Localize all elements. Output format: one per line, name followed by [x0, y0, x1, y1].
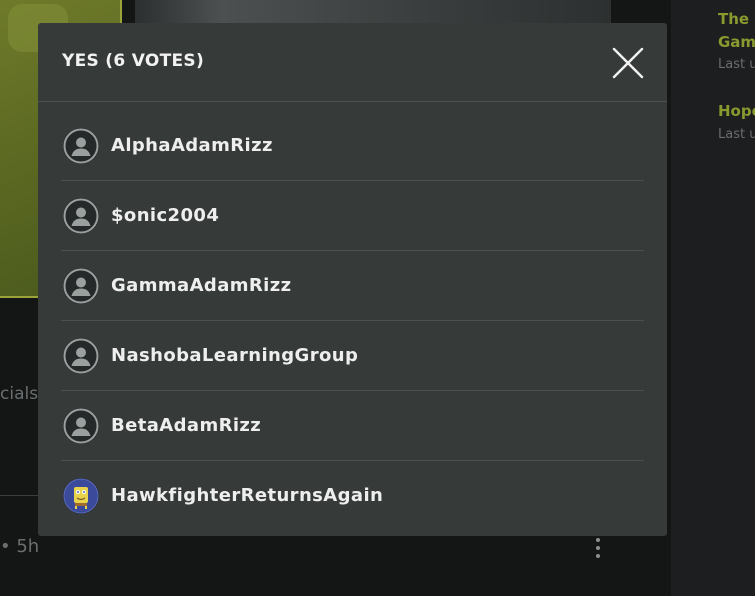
- sidebar-link-title[interactable]: Hope: [718, 102, 755, 120]
- default-user-icon[interactable]: [63, 408, 99, 444]
- voter-name[interactable]: NashobaLearningGroup: [111, 345, 358, 366]
- default-user-icon[interactable]: [63, 338, 99, 374]
- voter-row[interactable]: HawkfighterReturnsAgain: [61, 461, 644, 530]
- default-user-icon[interactable]: [63, 128, 99, 164]
- sidebar-link-subtitle[interactable]: Gam: [718, 33, 755, 51]
- voter-name[interactable]: $onic2004: [111, 205, 219, 226]
- sidebar-link-meta: Last u: [718, 127, 755, 142]
- voter-row[interactable]: GammaAdamRizz: [61, 251, 644, 321]
- voter-name[interactable]: BetaAdamRizz: [111, 415, 261, 436]
- post-timestamp: • 5h: [0, 536, 40, 557]
- voter-row[interactable]: NashobaLearningGroup: [61, 321, 644, 391]
- more-vertical-icon[interactable]: [594, 538, 602, 562]
- close-icon[interactable]: [611, 46, 645, 80]
- voter-name[interactable]: AlphaAdamRizz: [111, 135, 273, 156]
- background-image: [135, 0, 611, 24]
- sidebar-link-title[interactable]: The I: [718, 10, 755, 28]
- voter-name[interactable]: HawkfighterReturnsAgain: [111, 485, 383, 506]
- voter-name[interactable]: GammaAdamRizz: [111, 275, 291, 296]
- modal-header: YES (6 VOTES): [38, 23, 667, 102]
- voter-row[interactable]: $onic2004: [61, 181, 644, 251]
- sidebar-link-meta: Last u: [718, 57, 755, 72]
- default-user-icon[interactable]: [63, 198, 99, 234]
- voter-row[interactable]: AlphaAdamRizz: [61, 111, 644, 181]
- spongebob-avatar[interactable]: [63, 478, 99, 514]
- default-user-icon[interactable]: [63, 268, 99, 304]
- votes-modal: YES (6 VOTES) AlphaAdamRizz $onic2004 Ga…: [38, 23, 667, 536]
- background-divider: [0, 495, 38, 496]
- voter-row[interactable]: BetaAdamRizz: [61, 391, 644, 461]
- right-sidebar: [671, 0, 755, 596]
- background-partial-text: cials: [0, 384, 39, 404]
- modal-title: YES (6 VOTES): [62, 51, 205, 71]
- voter-list: AlphaAdamRizz $onic2004 GammaAdamRizz Na…: [61, 111, 644, 530]
